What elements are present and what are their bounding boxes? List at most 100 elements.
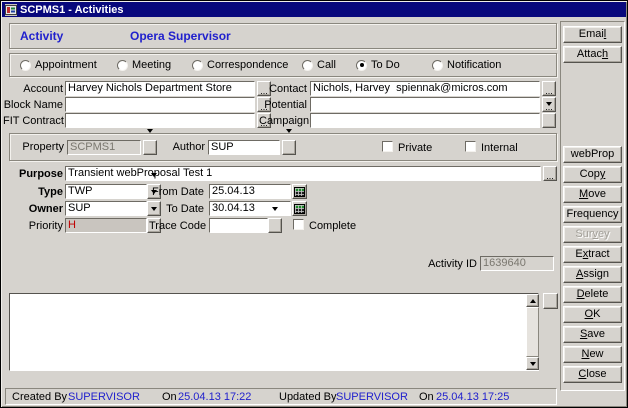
radio-notification[interactable]: Notification [432,59,501,71]
activity-id-label: Activity ID [397,258,477,271]
purpose-field[interactable]: Transient webProposal Test 1 [65,166,541,181]
arrow-down-icon [530,362,536,366]
logged-in-user: Opera Supervisor [130,29,231,43]
copy-button[interactable]: Copy [563,166,622,183]
fit-contract-label: FIT Contract [3,115,63,128]
window-title: SCPMS1 - Activities [20,4,124,16]
dropdown-arrow-icon [286,133,293,151]
trace-code-dropdown-button[interactable] [268,218,282,233]
campaign-field[interactable] [310,113,540,128]
to-date-field[interactable]: 30.04.13 [209,201,291,216]
created-by-value: SUPERVISOR [68,391,140,403]
from-date-calendar-button[interactable] [292,184,307,199]
radio-meeting-label: Meeting [132,59,171,71]
activity-type-group: Appointment Meeting Correspondence Call … [9,53,557,77]
created-on-value: 25.04.13 17:22 [178,391,251,403]
private-label: Private [398,142,432,154]
to-date-calendar-button[interactable] [292,201,307,216]
status-bar: Created By SUPERVISOR On 25.04.13 17:22 … [5,388,557,405]
campaign-label: Campaign [259,115,307,128]
contact-browse-button[interactable] [542,81,556,96]
updated-on-value: 25.04.13 17:25 [436,391,509,403]
activities-window: SCPMS1 - Activities Activity Opera Super… [0,0,628,408]
radio-correspondence-label: Correspondence [207,59,288,71]
property-author-box: Property SCPMS1 Author SUP Private Inter… [9,133,557,161]
priority-field[interactable]: H [65,218,147,233]
scroll-up-button[interactable] [526,294,539,307]
ok-button[interactable]: OK [563,306,622,323]
author-field[interactable]: SUP [208,140,280,155]
author-label: Author [160,141,205,154]
type-label: Type [3,186,63,199]
scroll-down-button[interactable] [526,357,539,370]
radio-appointment-label: Appointment [35,59,97,71]
updated-on-label: On [419,391,434,403]
account-field[interactable]: Harvey Nichols Department Store [65,81,255,96]
delete-button[interactable]: Delete [563,286,622,303]
created-on-label: On [162,391,177,403]
survey-button: Survey [563,226,622,243]
author-dropdown-button[interactable] [282,140,296,155]
potential-field[interactable] [310,97,540,112]
trace-code-label: Trace Code [149,220,204,233]
block-name-field[interactable] [65,97,255,112]
potential-label: Potential [259,99,307,112]
radio-correspondence[interactable]: Correspondence [192,59,288,71]
internal-checkbox[interactable] [465,141,476,152]
radio-call-label: Call [317,59,336,71]
internal-label: Internal [481,142,518,154]
header-box: Activity Opera Supervisor [9,23,557,49]
close-button[interactable]: Close [563,366,622,383]
app-icon [5,4,17,16]
calendar-icon [294,187,305,197]
updated-by-label: Updated By [279,391,336,403]
purpose-browse-button[interactable] [543,166,557,181]
radio-to-do[interactable]: To Do [356,59,400,71]
notes-editor-button[interactable] [543,293,558,309]
property-dropdown-button[interactable] [143,140,157,155]
radio-call[interactable]: Call [302,59,336,71]
owner-field[interactable]: SUP [65,201,147,216]
contact-label: Contact [259,83,307,96]
new-button[interactable]: New [563,346,622,363]
radio-icon [432,60,443,71]
extract-button[interactable]: Extract [563,246,622,263]
move-button[interactable]: Move [563,186,622,203]
module-title: Activity [20,29,63,43]
created-by-label: Created By [12,391,67,403]
radio-icon [356,60,367,71]
scrollbar-thumb[interactable] [526,307,539,357]
radio-icon [117,60,128,71]
private-checkbox[interactable] [382,141,393,152]
from-date-field[interactable]: 25.04.13 [209,184,291,199]
dropdown-arrow-icon [272,211,279,229]
type-field[interactable]: TWP [65,184,147,199]
trace-code-field[interactable] [209,218,268,233]
webprop-button[interactable]: webProp [563,146,622,163]
purpose-label: Purpose [3,168,63,181]
dropdown-arrow-icon [546,106,553,124]
radio-appointment[interactable]: Appointment [20,59,97,71]
owner-label: Owner [3,203,63,216]
account-label: Account [3,83,63,96]
campaign-dropdown-button[interactable] [542,113,556,128]
radio-to-do-label: To Do [371,59,400,71]
email-button[interactable]: Email [563,26,622,43]
contact-field[interactable]: Nichols, Harvey spiennak@micros.com [310,81,540,96]
block-name-label: Block Name [3,99,63,112]
fit-contract-field[interactable] [65,113,255,128]
calendar-icon [294,204,305,214]
assign-button[interactable]: Assign [563,266,622,283]
notes-scrollbar[interactable] [526,294,539,370]
dropdown-arrow-icon [147,133,154,151]
frequency-button[interactable]: Frequency [563,206,622,223]
activity-id-field: 1639640 [480,256,554,271]
attach-button[interactable]: Attach [563,46,622,63]
titlebar[interactable]: SCPMS1 - Activities [2,2,626,17]
updated-by-value: SUPERVISOR [336,391,408,403]
radio-icon [20,60,31,71]
radio-meeting[interactable]: Meeting [117,59,171,71]
save-button[interactable]: Save [563,326,622,343]
complete-checkbox[interactable] [293,219,304,230]
notes-textarea[interactable] [9,293,539,371]
